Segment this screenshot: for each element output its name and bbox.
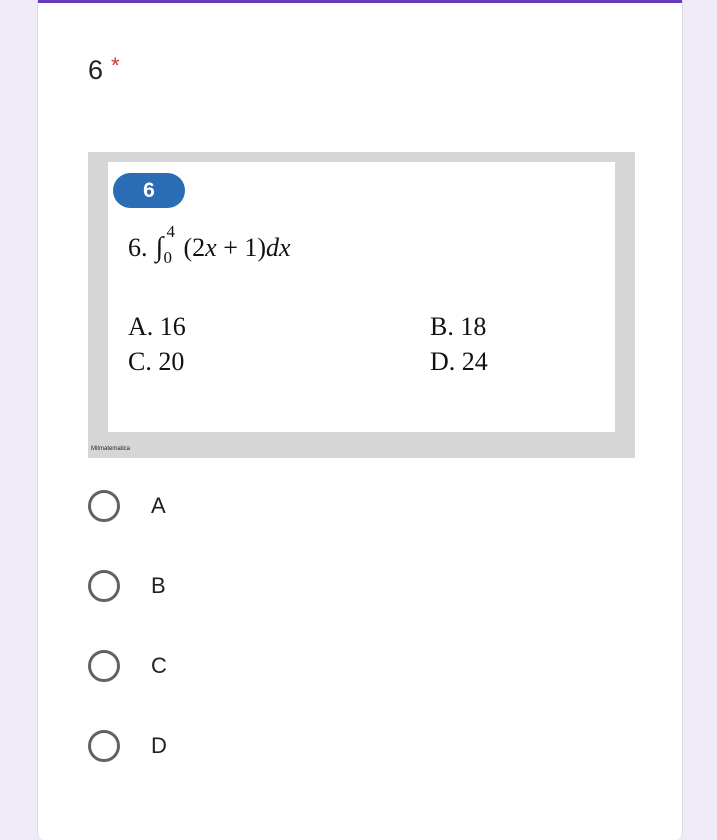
question-image: 6 6. ∫ 4 0 (2x + 1)dx A. 16 B. 18 C. 20 D. 2… (88, 152, 635, 458)
integral-sign: ∫ 4 0 (155, 222, 176, 267)
choice-label: B (151, 573, 166, 598)
choice-c[interactable]: C (88, 646, 167, 686)
radio-button-icon[interactable] (88, 570, 120, 602)
required-asterisk: * (111, 53, 120, 78)
question-title: 6 * (88, 53, 120, 86)
choice-d[interactable]: D (88, 726, 167, 766)
question-number: 6 (88, 55, 104, 85)
integrand: (2x + 1)dx (183, 233, 291, 262)
choice-label: C (151, 653, 167, 678)
radio-button-icon[interactable] (88, 730, 120, 762)
option-b-text: B. 18 (430, 312, 487, 341)
choice-a[interactable]: A (88, 486, 166, 526)
question-card: 6 * 6 6. ∫ 4 0 (2x + 1)dx A. 16 B. 18 C. 20 D… (37, 0, 683, 840)
choice-b[interactable]: B (88, 566, 166, 606)
integral-problem: 6. ∫ 4 0 (2x + 1)dx (128, 222, 291, 267)
integral-lower-limit: 0 (163, 248, 173, 267)
option-c-text: C. 20 (128, 347, 185, 376)
choice-label: D (151, 733, 167, 758)
option-d-text: D. 24 (430, 347, 488, 376)
question-number-badge: 6 (113, 173, 185, 208)
option-a-text: A. 16 (128, 312, 186, 341)
image-watermark: Mitmatematica (91, 446, 131, 452)
integral-upper-limit: 4 (166, 222, 176, 241)
choice-label: A (151, 493, 166, 518)
question-image-content: 6 6. ∫ 4 0 (2x + 1)dx A. 16 B. 18 C. 20 D. 2… (108, 162, 615, 432)
radio-button-icon[interactable] (88, 490, 120, 522)
radio-button-icon[interactable] (88, 650, 120, 682)
card-accent-bar (38, 0, 682, 3)
problem-number: 6. (128, 233, 148, 262)
